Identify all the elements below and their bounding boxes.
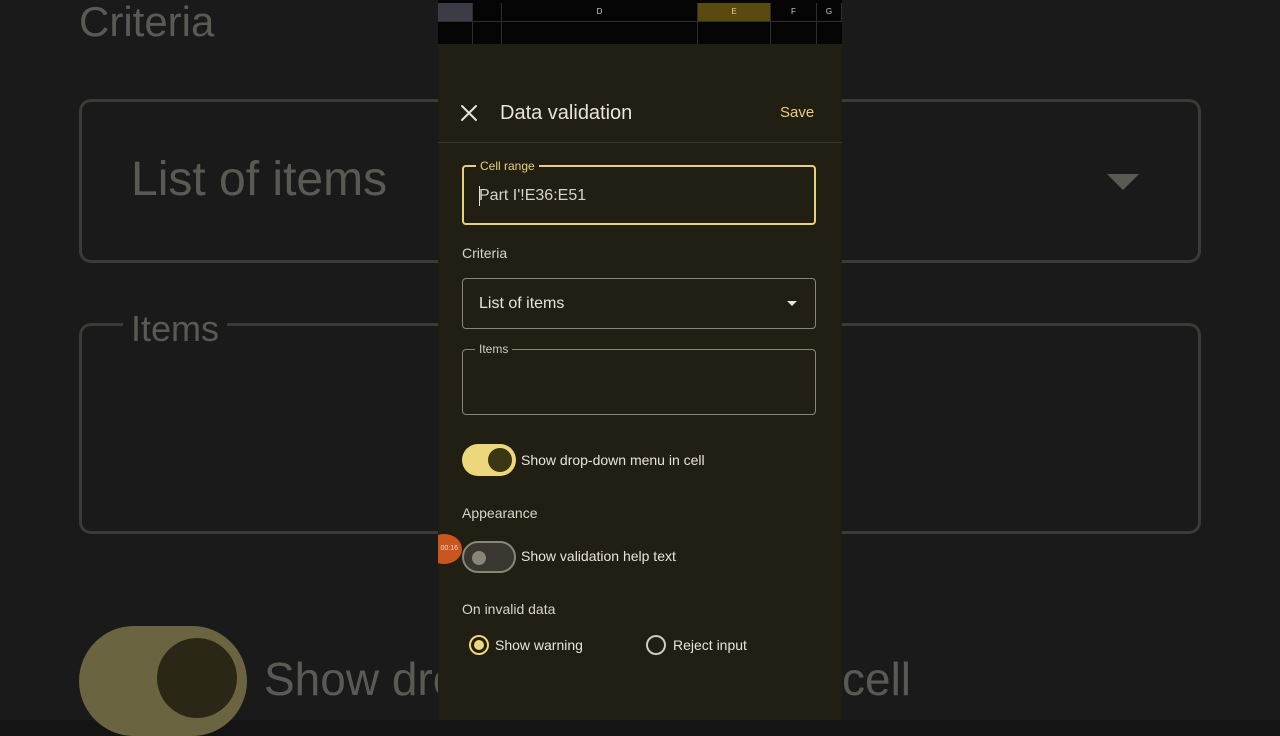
dropdown-arrow-icon [787, 301, 797, 306]
bg-criteria-label: Criteria [79, 0, 215, 45]
grid-cell[interactable] [771, 21, 817, 44]
column-header-d[interactable]: D [502, 3, 698, 21]
header-divider [438, 142, 842, 143]
bg-toggle-knob [157, 638, 237, 718]
help-text-toggle-label: Show validation help text [521, 548, 676, 564]
dialog-title: Data validation [500, 102, 633, 124]
column-header-g[interactable]: G [817, 3, 842, 21]
close-icon[interactable] [456, 100, 482, 126]
grid-cell[interactable] [473, 21, 502, 44]
toggle-knob [472, 551, 486, 565]
cell-range-input[interactable]: Part I'!E36:E51 [479, 186, 586, 206]
save-button[interactable]: Save [780, 102, 814, 124]
text-cursor [479, 186, 480, 206]
recording-badge: 00:16 [438, 534, 462, 564]
phone-screen: D E F G Data validation Save Cell range … [438, 0, 842, 720]
reject-input-label[interactable]: Reject input [673, 635, 747, 655]
dropdown-toggle[interactable] [462, 444, 516, 476]
grid-cell[interactable] [698, 21, 771, 44]
cell-range-label: Cell range [476, 158, 539, 174]
spreadsheet-header: D E F G [438, 0, 842, 44]
column-header-corner[interactable] [438, 3, 473, 21]
invalid-data-label: On invalid data [462, 601, 556, 617]
reject-input-radio[interactable] [646, 635, 666, 655]
items-field[interactable]: Items [462, 341, 816, 415]
items-label: Items [475, 341, 513, 357]
bg-items-label: Items [123, 308, 228, 350]
toggle-knob [488, 448, 512, 472]
bg-toggle-label-left: Show dro [264, 653, 459, 705]
bg-toggle-label-right: cell [842, 653, 912, 705]
dropdown-toggle-label: Show drop-down menu in cell [521, 452, 705, 468]
criteria-label: Criteria [462, 245, 508, 261]
bg-select-value: List of items [131, 153, 388, 206]
grid-cell[interactable] [502, 21, 698, 44]
grid-cell[interactable] [438, 21, 473, 44]
column-header-f[interactable]: F [771, 3, 817, 21]
column-header[interactable] [473, 3, 502, 21]
bg-caret-icon [1107, 174, 1139, 190]
show-warning-label[interactable]: Show warning [495, 635, 583, 655]
cell-range-field[interactable]: Cell range Part I'!E36:E51 [462, 158, 816, 225]
help-text-toggle[interactable] [462, 541, 516, 573]
appearance-label: Appearance [462, 505, 538, 521]
show-warning-radio[interactable] [469, 635, 489, 655]
criteria-selected-value: List of items [479, 295, 565, 312]
criteria-select[interactable]: List of items [462, 278, 816, 329]
column-header-e[interactable]: E [698, 3, 771, 21]
